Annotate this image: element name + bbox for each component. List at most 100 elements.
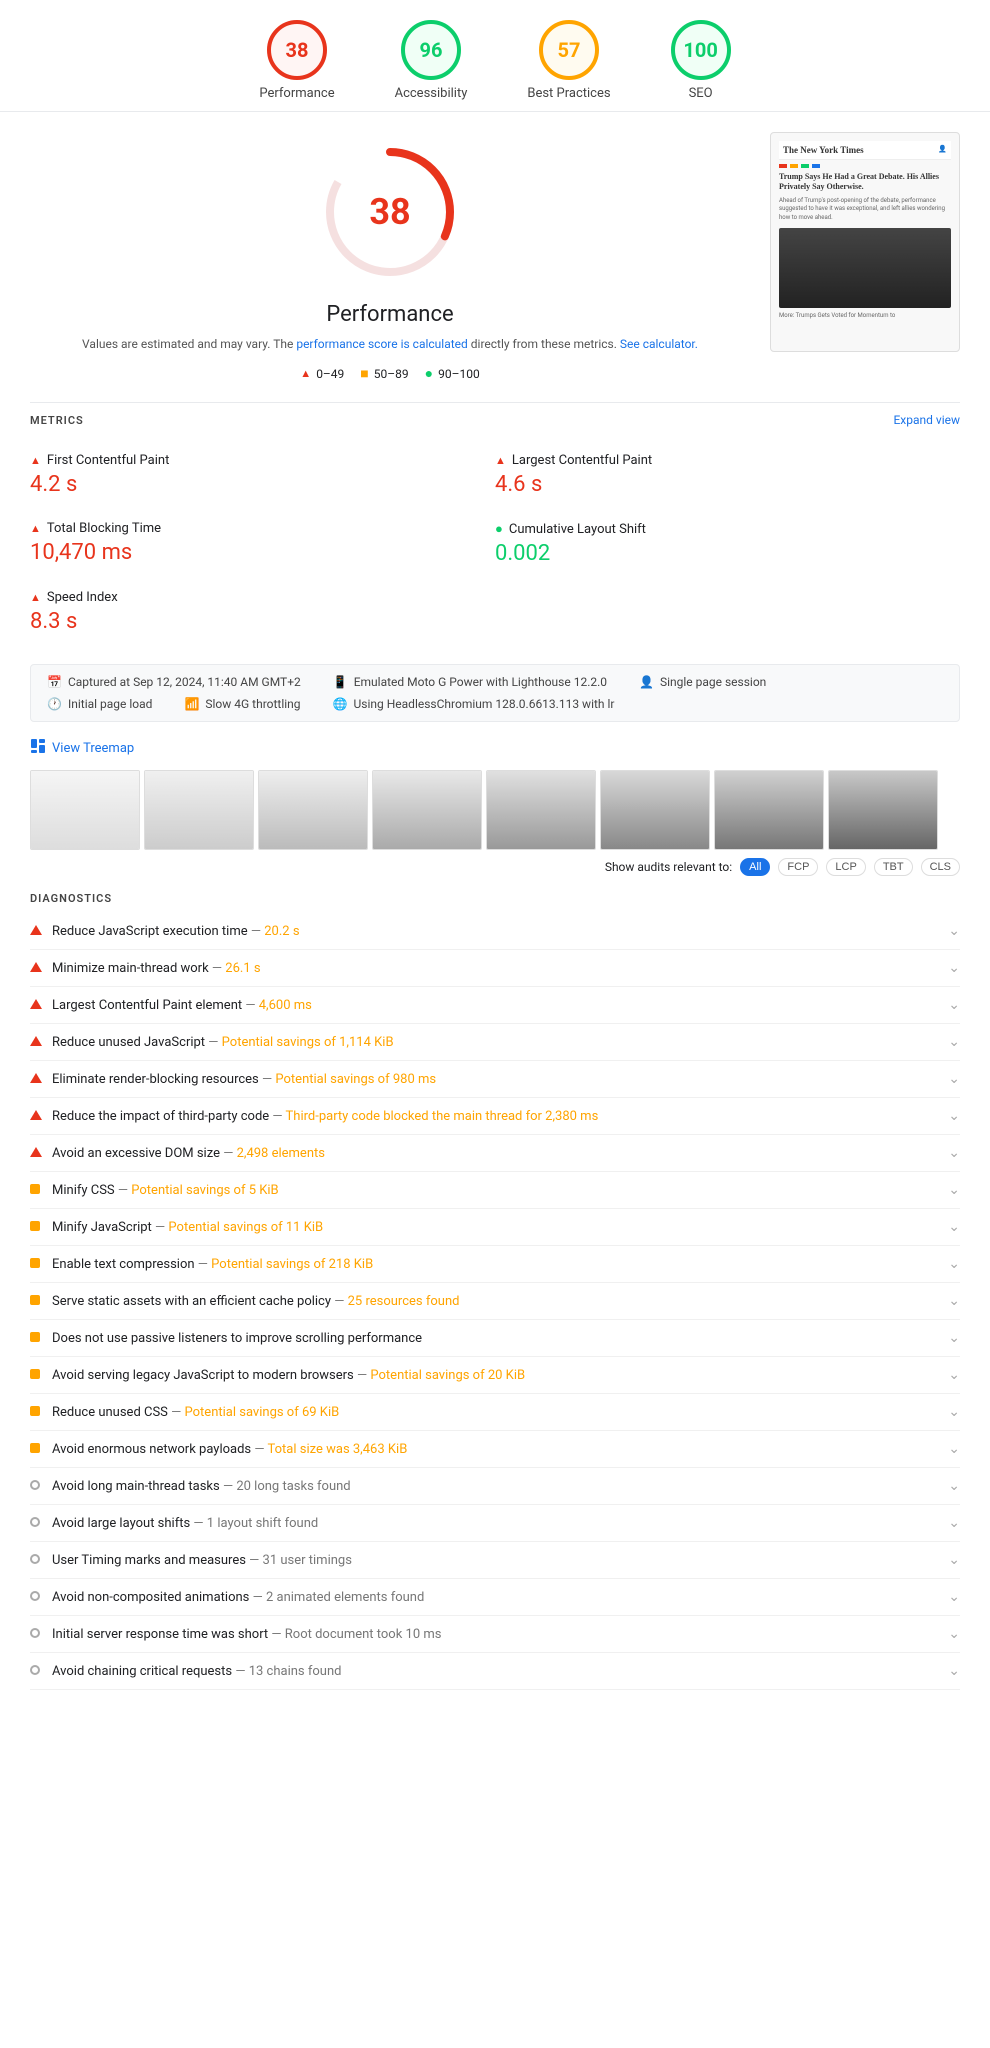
audit-chevron-icon: ⌄ bbox=[948, 997, 960, 1013]
audit-main-text: Avoid an excessive DOM size bbox=[52, 1146, 220, 1161]
audit-chevron-icon: ⌄ bbox=[948, 1515, 960, 1531]
audit-text-5: Reduce the impact of third-party code — … bbox=[52, 1109, 940, 1124]
fcp-label: First Contentful Paint bbox=[47, 453, 169, 468]
performance-title: Performance bbox=[326, 302, 453, 327]
si-icon: ▲ bbox=[30, 591, 41, 604]
metric-fcp-name: ▲ First Contentful Paint bbox=[30, 453, 495, 468]
perf-desc-after: directly from these metrics. bbox=[468, 337, 620, 351]
audit-detail-value: Potential savings of 11 KiB bbox=[168, 1220, 323, 1235]
audit-text-17: User Timing marks and measures — 31 user… bbox=[52, 1553, 940, 1568]
audit-chevron-icon: ⌄ bbox=[948, 1663, 960, 1679]
audit-detail-value: Potential savings of 1,114 KiB bbox=[222, 1035, 394, 1050]
filter-btn-tbt[interactable]: TBT bbox=[874, 858, 913, 876]
audit-icon-6 bbox=[30, 1145, 52, 1161]
filter-btn-lcp[interactable]: LCP bbox=[826, 858, 865, 876]
filter-btn-fcp[interactable]: FCP bbox=[778, 858, 818, 876]
audit-icon-12 bbox=[30, 1367, 52, 1383]
score-best-practices[interactable]: 57 Best Practices bbox=[527, 20, 610, 101]
performance-section: 38 Performance Values are estimated and … bbox=[30, 132, 960, 382]
audit-item-13[interactable]: Reduce unused CSS — Potential savings of… bbox=[30, 1394, 960, 1431]
screenshot-header: The New York Times 👤 bbox=[779, 141, 951, 160]
audit-item-3[interactable]: Reduce unused JavaScript — Potential sav… bbox=[30, 1024, 960, 1061]
audit-detail-value: Potential savings of 980 ms bbox=[275, 1072, 436, 1087]
metric-cls-name: ● Cumulative Layout Shift bbox=[495, 521, 960, 537]
audit-detail-dash: — bbox=[171, 1405, 184, 1420]
audit-item-1[interactable]: Minimize main-thread work — 26.1 s ⌄ bbox=[30, 950, 960, 987]
audit-item-20[interactable]: Avoid chaining critical requests — 13 ch… bbox=[30, 1653, 960, 1690]
legend-orange-range: 50–89 bbox=[374, 367, 409, 381]
audit-main-text: User Timing marks and measures bbox=[52, 1553, 246, 1568]
performance-gauge-area: 38 Performance Values are estimated and … bbox=[30, 132, 750, 382]
audit-main-text: Avoid enormous network payloads bbox=[52, 1442, 251, 1457]
audit-main-text: Minimize main-thread work bbox=[52, 961, 209, 976]
session-text: Single page session bbox=[660, 675, 766, 689]
audit-text-14: Avoid enormous network payloads — Total … bbox=[52, 1442, 940, 1457]
audit-item-0[interactable]: Reduce JavaScript execution time — 20.2 … bbox=[30, 913, 960, 950]
tbt-icon: ▲ bbox=[30, 522, 41, 535]
score-accessibility[interactable]: 96 Accessibility bbox=[395, 20, 468, 101]
audit-item-18[interactable]: Avoid non-composited animations — 2 anim… bbox=[30, 1579, 960, 1616]
cls-icon: ● bbox=[495, 521, 503, 537]
audit-main-text: Minify CSS bbox=[52, 1183, 115, 1198]
audit-icon-3 bbox=[30, 1034, 52, 1050]
treemap-icon bbox=[30, 738, 46, 758]
audit-detail-value: Potential savings of 218 KiB bbox=[211, 1257, 373, 1272]
audit-item-14[interactable]: Avoid enormous network payloads — Total … bbox=[30, 1431, 960, 1468]
screenshot-headline: Trump Says He Had a Great Debate. His Al… bbox=[779, 172, 951, 193]
audit-item-7[interactable]: Minify CSS — Potential savings of 5 KiB … bbox=[30, 1172, 960, 1209]
audit-text-4: Eliminate render-blocking resources — Po… bbox=[52, 1072, 940, 1087]
audit-item-9[interactable]: Enable text compression — Potential savi… bbox=[30, 1246, 960, 1283]
score-performance[interactable]: 38 Performance bbox=[259, 20, 334, 101]
audit-item-10[interactable]: Serve static assets with an efficient ca… bbox=[30, 1283, 960, 1320]
tbt-value: 10,470 ms bbox=[30, 540, 495, 565]
audit-item-17[interactable]: User Timing marks and measures — 31 user… bbox=[30, 1542, 960, 1579]
audit-item-4[interactable]: Eliminate render-blocking resources — Po… bbox=[30, 1061, 960, 1098]
audit-icon-10 bbox=[30, 1293, 52, 1309]
audit-main-text: Reduce JavaScript execution time bbox=[52, 924, 248, 939]
audit-icon-15 bbox=[30, 1478, 52, 1494]
audit-triangle-icon bbox=[30, 1110, 42, 1120]
treemap-link[interactable]: View Treemap bbox=[30, 738, 960, 758]
device-text: Emulated Moto G Power with Lighthouse 12… bbox=[354, 675, 607, 689]
audit-item-8[interactable]: Minify JavaScript — Potential savings of… bbox=[30, 1209, 960, 1246]
info-browser: 🌐 Using HeadlessChromium 128.0.6613.113 … bbox=[333, 697, 615, 711]
audit-main-text: Initial server response time was short bbox=[52, 1627, 268, 1642]
filter-btn-cls[interactable]: CLS bbox=[921, 858, 960, 876]
audit-item-12[interactable]: Avoid serving legacy JavaScript to moder… bbox=[30, 1357, 960, 1394]
metric-fcp: ▲ First Contentful Paint 4.2 s bbox=[30, 443, 495, 511]
perf-score-link[interactable]: performance score is calculated bbox=[296, 337, 467, 351]
audit-item-2[interactable]: Largest Contentful Paint element — 4,600… bbox=[30, 987, 960, 1024]
audit-chevron-icon: ⌄ bbox=[948, 1552, 960, 1568]
calculator-link[interactable]: See calculator. bbox=[620, 337, 698, 351]
screenshot-icon: 👤 bbox=[938, 145, 947, 155]
audit-item-11[interactable]: Does not use passive listeners to improv… bbox=[30, 1320, 960, 1357]
legend-red: ▲ 0–49 bbox=[300, 367, 344, 381]
audit-text-8: Minify JavaScript — Potential savings of… bbox=[52, 1220, 940, 1235]
performance-description: Values are estimated and may vary. The p… bbox=[82, 335, 698, 353]
audit-chevron-icon: ⌄ bbox=[948, 1071, 960, 1087]
audit-detail-dash: — bbox=[245, 998, 258, 1013]
score-label-performance: Performance bbox=[259, 86, 334, 101]
expand-view-button[interactable]: Expand view bbox=[893, 413, 960, 427]
audit-square-icon bbox=[30, 1258, 40, 1268]
audit-item-5[interactable]: Reduce the impact of third-party code — … bbox=[30, 1098, 960, 1135]
audit-detail-dash: — bbox=[198, 1257, 211, 1272]
score-seo[interactable]: 100 SEO bbox=[671, 20, 731, 101]
browser-icon: 🌐 bbox=[333, 697, 348, 711]
audit-item-19[interactable]: Initial server response time was short —… bbox=[30, 1616, 960, 1653]
audit-item-15[interactable]: Avoid long main-thread tasks — 20 long t… bbox=[30, 1468, 960, 1505]
audit-item-6[interactable]: Avoid an excessive DOM size — 2,498 elem… bbox=[30, 1135, 960, 1172]
filmstrip-frame-8 bbox=[828, 770, 938, 850]
info-session: 👤 Single page session bbox=[639, 675, 766, 689]
audit-main-text: Reduce the impact of third-party code bbox=[52, 1109, 269, 1124]
audit-icon-8 bbox=[30, 1219, 52, 1235]
audit-chevron-icon: ⌄ bbox=[948, 1404, 960, 1420]
audit-item-16[interactable]: Avoid large layout shifts — 1 layout shi… bbox=[30, 1505, 960, 1542]
legend-circle-icon: ● bbox=[425, 365, 433, 382]
metric-cls: ● Cumulative Layout Shift 0.002 bbox=[495, 511, 960, 580]
audit-triangle-icon bbox=[30, 925, 42, 935]
si-label: Speed Index bbox=[47, 590, 118, 605]
browser-text: Using HeadlessChromium 128.0.6613.113 wi… bbox=[354, 697, 615, 711]
diagnostics-label: DIAGNOSTICS bbox=[30, 892, 960, 905]
filter-btn-all[interactable]: All bbox=[740, 858, 770, 876]
